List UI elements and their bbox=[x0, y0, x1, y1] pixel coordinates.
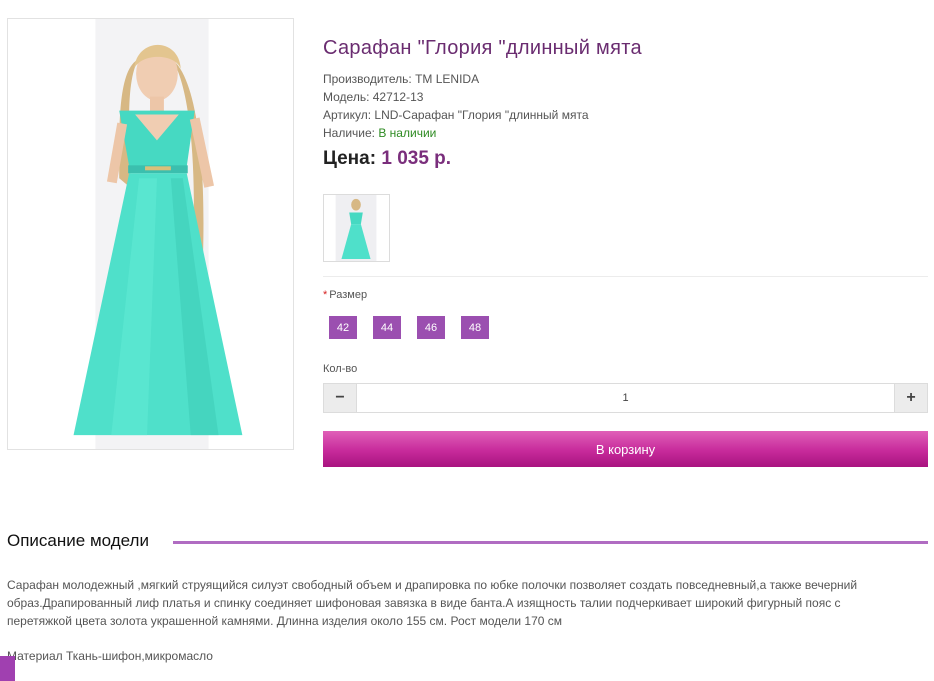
dress-back-thumbnail bbox=[324, 195, 389, 261]
quantity-input[interactable] bbox=[356, 384, 895, 412]
minus-icon: − bbox=[335, 389, 345, 406]
availability: Наличие: В наличии bbox=[323, 124, 589, 142]
size-label: * Размер bbox=[323, 289, 367, 301]
size-label-text: Размер bbox=[329, 289, 368, 301]
quantity-minus-button[interactable]: − bbox=[324, 384, 356, 412]
size-option-48[interactable]: 48 bbox=[461, 316, 489, 339]
quantity-stepper: − + bbox=[323, 383, 928, 413]
divider bbox=[323, 276, 928, 277]
description-text: Сарафан молодежный ,мягкий струящийся си… bbox=[7, 578, 858, 628]
side-tab[interactable] bbox=[0, 656, 15, 681]
dress-photo bbox=[8, 19, 293, 449]
size-option-46[interactable]: 46 bbox=[417, 316, 445, 339]
article: Артикул: LND-Сарафан "Глория "длинный мя… bbox=[323, 108, 589, 122]
material-text: Материал Ткань-шифон,микромасло bbox=[7, 649, 213, 663]
quantity-label: Кол-во bbox=[323, 363, 358, 375]
price: Цена: 1 035 р. bbox=[323, 148, 451, 170]
plus-icon: + bbox=[906, 389, 916, 406]
product-specs: Производитель: ТМ LENIDA Модель: 42712-1… bbox=[323, 70, 589, 142]
required-mark: * bbox=[323, 289, 328, 301]
add-to-cart-button[interactable]: В корзину bbox=[323, 431, 928, 467]
quantity-plus-button[interactable]: + bbox=[895, 384, 927, 412]
manufacturer: Производитель: ТМ LENIDA bbox=[323, 72, 480, 86]
heading-rule bbox=[173, 541, 928, 544]
product-title: Сарафан "Глория "длинный мята bbox=[323, 37, 642, 59]
price-value: 1 035 р. bbox=[381, 148, 452, 169]
price-label: Цена: bbox=[323, 148, 377, 169]
description-heading: Описание модели bbox=[7, 531, 149, 550]
product-thumbnail[interactable] bbox=[323, 194, 390, 262]
size-option-42[interactable]: 42 bbox=[329, 316, 357, 339]
model: Модель: 42712-13 bbox=[323, 90, 424, 104]
size-option-44[interactable]: 44 bbox=[373, 316, 401, 339]
availability-status: В наличии bbox=[378, 126, 437, 140]
size-options: 42 44 46 48 bbox=[329, 316, 489, 339]
availability-label: Наличие: bbox=[323, 126, 379, 140]
product-main-image[interactable] bbox=[7, 18, 294, 450]
